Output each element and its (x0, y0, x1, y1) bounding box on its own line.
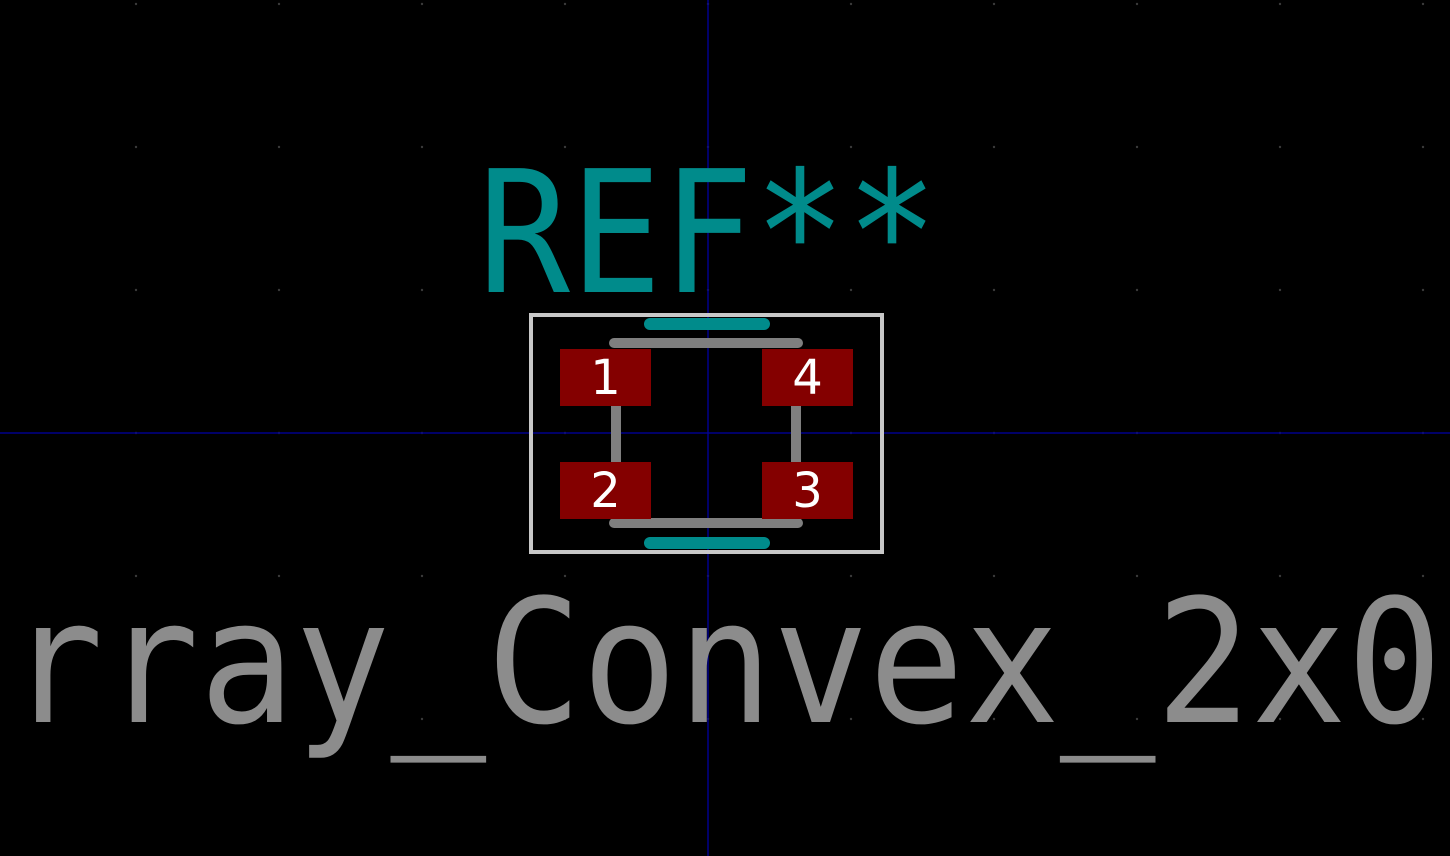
grid-dot (1135, 2, 1139, 6)
grid-dot (1278, 145, 1282, 149)
grid-dot (134, 288, 138, 292)
grid-dot (992, 288, 996, 292)
grid-dot (1421, 288, 1425, 292)
grid-dot (134, 2, 138, 6)
grid-dot (420, 288, 424, 292)
pad-2[interactable]: 2 (560, 462, 651, 519)
grid-dot (420, 145, 424, 149)
pad-4[interactable]: 4 (762, 349, 853, 406)
reference-designator[interactable]: REF** (478, 135, 938, 333)
grid-dot (420, 2, 424, 6)
footprint-canvas[interactable]: REF** 1 4 2 3 rray_Convex_2x06 (0, 0, 1450, 856)
grid-dot (277, 288, 281, 292)
grid-dot (1421, 145, 1425, 149)
grid-dot (1135, 145, 1139, 149)
pcb-viewport[interactable]: REF** 1 4 2 3 rray_Convex_2x06 (0, 0, 1450, 856)
grid-dot (849, 2, 853, 6)
footprint-value-text[interactable]: rray_Convex_2x06 (8, 562, 1450, 763)
grid-dot (1135, 288, 1139, 292)
grid-dot (1278, 2, 1282, 6)
pad-1[interactable]: 1 (560, 349, 651, 406)
pad-3[interactable]: 3 (762, 462, 853, 519)
pad-4-number: 4 (792, 350, 823, 406)
grid-dot (992, 145, 996, 149)
grid-dot (277, 145, 281, 149)
grid-dot (134, 145, 138, 149)
pad-3-number: 3 (792, 463, 823, 519)
pad-1-number: 1 (590, 350, 621, 406)
grid-dot (1421, 2, 1425, 6)
grid-dot (563, 2, 567, 6)
grid-dot (992, 2, 996, 6)
pad-2-number: 2 (590, 463, 621, 519)
grid-dot (1278, 288, 1282, 292)
grid-dot (277, 2, 281, 6)
